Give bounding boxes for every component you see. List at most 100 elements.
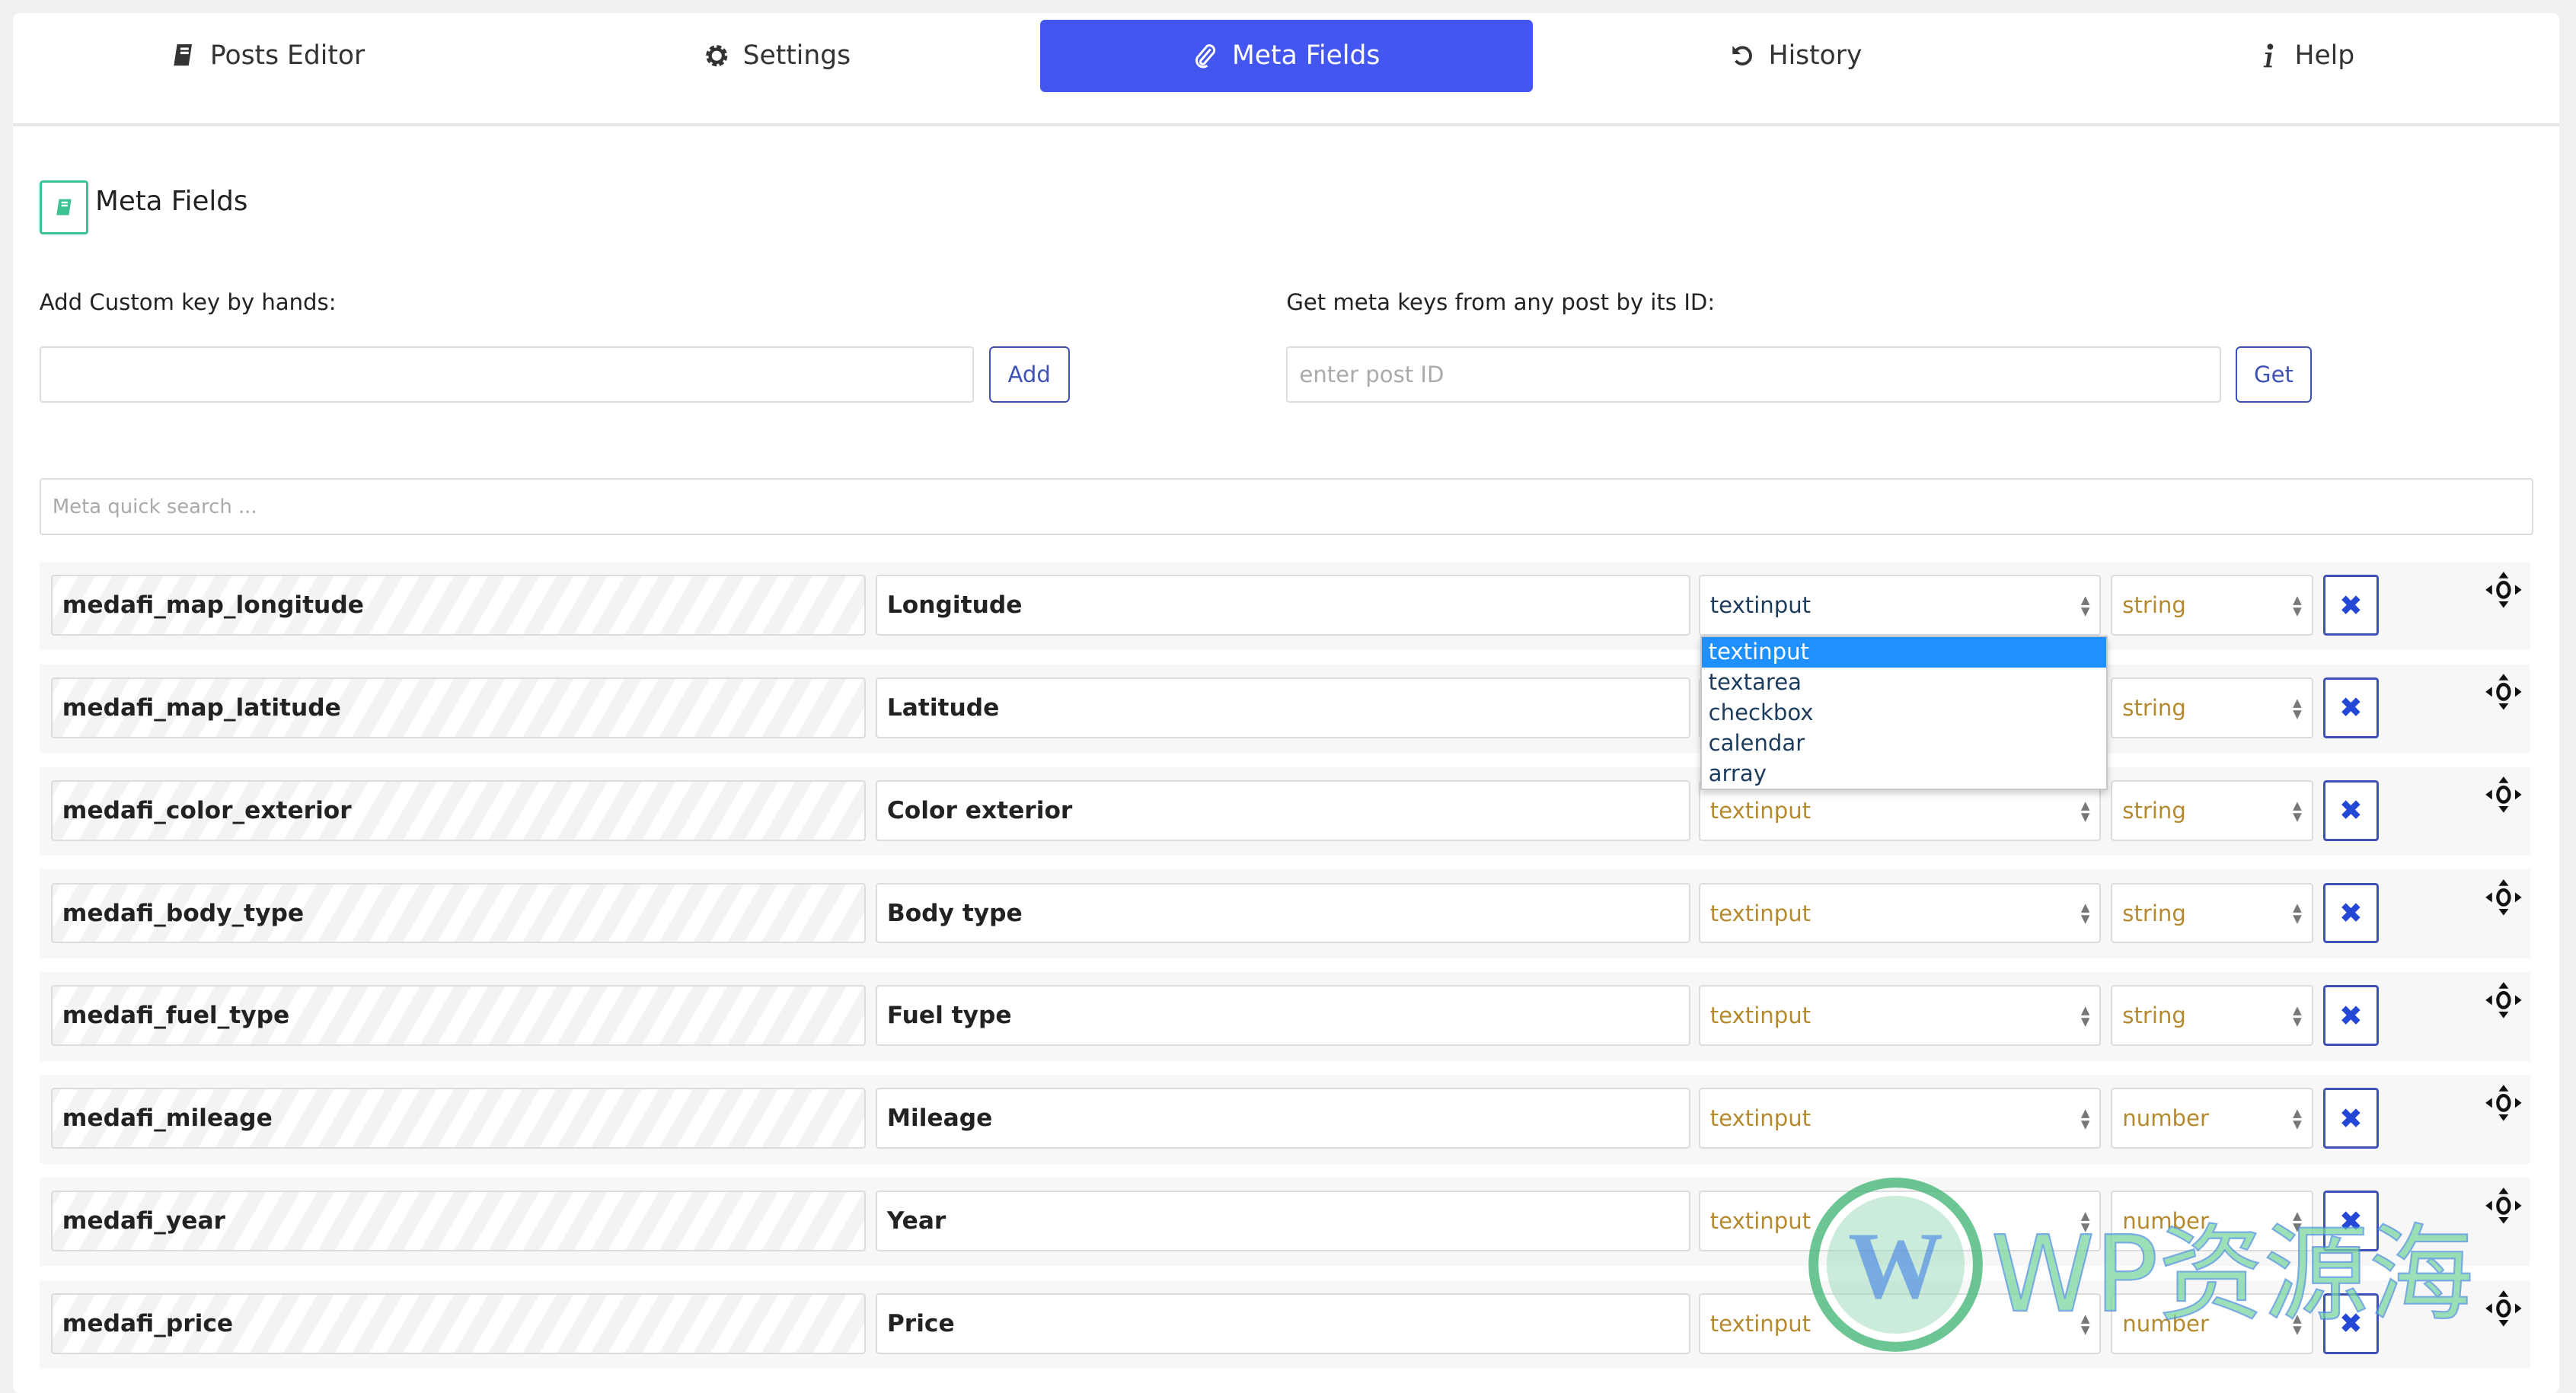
tab-help[interactable]: Help <box>2051 20 2560 92</box>
dropdown-option[interactable]: textinput <box>1702 636 2106 668</box>
meta-key-text: medafi_map_longitude <box>62 591 364 619</box>
data-type-select[interactable]: number ▲ ▼ <box>2111 1088 2313 1149</box>
delete-button[interactable]: ✖ <box>2322 1088 2380 1149</box>
dropdown-option[interactable]: array <box>1702 759 2106 789</box>
move-handle-icon[interactable] <box>2484 570 2523 610</box>
meta-field-row: medafi_map_latitudeLatitudetextinput▲▼st… <box>39 664 2530 754</box>
meta-field-row: medafi_body_type Body type textinput ▲ ▼ stri… <box>39 869 2530 958</box>
dropdown-option[interactable]: checkbox <box>1702 698 2106 728</box>
meta-label-text: Mileage <box>886 1105 993 1133</box>
meta-key-text: medafi_year <box>62 1207 225 1235</box>
data-type-select[interactable]: string ▲ ▼ <box>2111 677 2313 738</box>
meta-field-row: medafi_mileage Mileage textinput ▲ ▼ number ▲ ▼… <box>39 1075 2530 1164</box>
field-type-select[interactable]: textinput ▲▼ <box>1698 1191 2102 1251</box>
meta-key-field: medafi_color_exterior <box>50 779 866 841</box>
post-id-input[interactable] <box>1286 346 2221 403</box>
book-icon <box>56 199 72 215</box>
meta-field-row: medafi_year Year textinput ▲ ▼ number ▲ ▼ ✖ <box>39 1177 2530 1267</box>
meta-key-field: medafi_fuel_type <box>50 985 866 1047</box>
move-handle-icon[interactable] <box>2484 1186 2523 1226</box>
meta-field-row: medafi_fuel_type Fuel type textinput ▲ ▼ stri… <box>39 972 2530 1061</box>
tab-label: Settings <box>742 40 851 72</box>
paperclip-icon <box>1195 44 1216 69</box>
page-title: Meta Fields <box>95 185 248 217</box>
field-type-dropdown[interactable]: textinput textarea checkbox calendar array <box>1700 635 2108 791</box>
meta-key-field: medafi_mileage <box>50 1088 866 1149</box>
main-panel: Posts Editor Settings Meta Fields Histor… <box>13 13 2560 1393</box>
meta-label-input[interactable]: Latitude <box>875 677 1691 738</box>
meta-label-input[interactable]: Longitude <box>875 575 1691 636</box>
data-type-select[interactable]: number ▲ ▼ <box>2111 1191 2313 1251</box>
data-type-value: string <box>2122 694 2186 721</box>
data-type-select[interactable]: string ▲ ▼ <box>2111 882 2313 944</box>
meta-label-text: Body type <box>886 899 1023 927</box>
meta-label-input[interactable]: Price <box>875 1293 1691 1354</box>
delete-button[interactable]: ✖ <box>2322 1293 2380 1354</box>
move-handle-icon[interactable] <box>2484 775 2523 814</box>
data-type-select[interactable]: string ▲ ▼ <box>2111 985 2313 1047</box>
tab-label: Meta Fields <box>1232 40 1381 72</box>
move-handle-icon[interactable] <box>2484 672 2523 712</box>
select-arrows-icon: ▲▼ <box>2293 1106 2302 1132</box>
dropdown-option[interactable]: calendar <box>1702 728 2106 759</box>
select-arrows-icon: ▲▼ <box>2293 1003 2302 1029</box>
meta-label-text: Color exterior <box>886 796 1073 824</box>
meta-label-input[interactable]: Fuel type <box>875 985 1691 1047</box>
dropdown-option[interactable]: textarea <box>1702 668 2106 698</box>
move-handle-icon[interactable] <box>2484 878 2523 917</box>
meta-label-input[interactable]: Color exterior <box>875 779 1691 841</box>
meta-key-field: medafi_year <box>50 1191 866 1251</box>
move-handle-icon[interactable] <box>2484 980 2523 1020</box>
get-button[interactable]: Get <box>2236 346 2312 403</box>
select-arrows-icon: ▲▼ <box>2080 592 2090 618</box>
field-type-select[interactable]: textinput ▲▼ <box>1698 1088 2102 1149</box>
delete-button[interactable]: ✖ <box>2322 985 2380 1047</box>
data-type-value: string <box>2122 1003 2186 1029</box>
meta-search-input[interactable] <box>39 477 2533 536</box>
add-button[interactable]: Add <box>988 346 1070 403</box>
meta-key-text: medafi_price <box>62 1309 234 1337</box>
data-type-value: number <box>2122 1105 2209 1132</box>
meta-field-row: medafi_color_exterior Color exterior texti… <box>39 767 2530 856</box>
meta-label-input[interactable]: Body type <box>875 882 1691 944</box>
meta-field-row: medafi_price Price textinput ▲ ▼ number ▲ ▼ ✖ <box>39 1280 2530 1369</box>
meta-label-text: Fuel type <box>886 1002 1012 1030</box>
field-type-value: textinput <box>1709 900 1811 926</box>
close-icon: ✖ <box>2339 1204 2363 1238</box>
move-handle-icon[interactable] <box>2484 1289 2523 1328</box>
meta-key-text: medafi_fuel_type <box>62 1002 290 1030</box>
custom-key-label: Add Custom key by hands: <box>39 288 337 315</box>
tab-history[interactable]: History <box>1541 20 2051 92</box>
custom-key-input[interactable] <box>39 346 975 403</box>
meta-label-input[interactable]: Year <box>875 1191 1691 1251</box>
gear-icon <box>706 45 728 67</box>
select-arrows-icon: ▲▼ <box>2080 901 2090 926</box>
delete-button[interactable]: ✖ <box>2322 575 2380 636</box>
data-type-value: string <box>2122 900 2186 926</box>
field-type-select[interactable]: textinput ▲▼ <box>1698 575 2102 636</box>
close-icon: ✖ <box>2339 794 2363 827</box>
field-type-value: textinput <box>1709 1003 1811 1029</box>
meta-key-text: medafi_color_exterior <box>62 796 352 824</box>
tab-meta-fields[interactable]: Meta Fields <box>1039 19 1533 92</box>
meta-key-field: medafi_map_longitude <box>50 575 866 636</box>
delete-button[interactable]: ✖ <box>2322 677 2380 738</box>
select-arrows-icon: ▲▼ <box>2293 592 2302 618</box>
close-icon: ✖ <box>2339 588 2363 622</box>
tab-settings[interactable]: Settings <box>522 20 1032 92</box>
meta-key-text: medafi_mileage <box>62 1105 273 1133</box>
field-type-select[interactable]: textinput ▲▼ <box>1698 882 2102 944</box>
data-type-select[interactable]: string ▲ ▼ <box>2111 779 2313 841</box>
data-type-select[interactable]: string ▲ ▼ <box>2111 575 2313 636</box>
data-type-select[interactable]: number ▲ ▼ <box>2111 1293 2313 1354</box>
delete-button[interactable]: ✖ <box>2322 1191 2380 1251</box>
meta-label-text: Price <box>886 1309 955 1337</box>
tab-posts-editor[interactable]: Posts Editor <box>13 20 522 92</box>
field-type-select[interactable]: textinput ▲▼ <box>1698 985 2102 1047</box>
field-type-select[interactable]: textinput ▲▼ <box>1698 1293 2102 1354</box>
delete-button[interactable]: ✖ <box>2322 779 2380 841</box>
close-icon: ✖ <box>2339 1307 2363 1340</box>
move-handle-icon[interactable] <box>2484 1083 2523 1123</box>
delete-button[interactable]: ✖ <box>2322 882 2380 944</box>
meta-label-input[interactable]: Mileage <box>875 1088 1691 1149</box>
